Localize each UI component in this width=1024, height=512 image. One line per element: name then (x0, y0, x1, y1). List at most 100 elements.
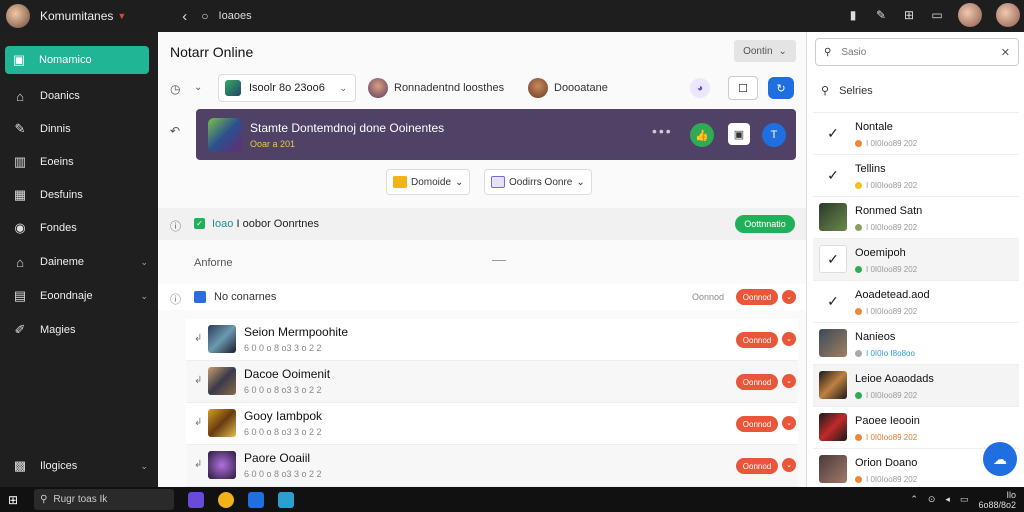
pen-icon: ✐ (14, 322, 26, 337)
taskbar-search[interactable]: ⚲ Rugr toas Ik (34, 489, 175, 510)
list-item[interactable]: Ronmed Satn I 0I0Ioo89 202 (813, 196, 1019, 238)
sidebar-item-nomamico[interactable]: ▣ Nomamico (5, 46, 149, 74)
app-name[interactable]: Komumitanes (40, 9, 113, 23)
battery-icon[interactable]: ▭ (960, 494, 969, 505)
section-header[interactable]: ⚲ Selries (821, 84, 873, 98)
sidebar-item-dinnis[interactable]: ✎ Dinnis (0, 115, 158, 143)
channel-select[interactable]: Isoolr 8o 23oo6 ⌄ (218, 74, 356, 102)
store-icon[interactable] (278, 491, 295, 508)
chat-fab-button[interactable]: ☁ (983, 442, 1017, 476)
app-icon[interactable] (248, 491, 265, 508)
featured-banner[interactable]: Stamte Dontemdnoj done Ooinentes Ooar a … (196, 109, 796, 160)
top-action-button[interactable]: Oontin ⌄ (734, 40, 796, 62)
status-pill[interactable]: Oonnod (736, 289, 778, 305)
status-pill[interactable]: Oonnod (736, 332, 778, 348)
chevron-down-icon[interactable]: ⌄ (782, 332, 796, 346)
clock-icon[interactable]: ◷ (170, 82, 180, 96)
app-icon[interactable] (188, 491, 205, 508)
reply-icon[interactable]: ↶ (170, 124, 180, 138)
list-item[interactable]: ✓ Tellins I 0I0Ioo89 202 (813, 154, 1019, 196)
network-icon[interactable]: ⊙ (928, 494, 936, 505)
close-icon[interactable]: ✕ (1001, 46, 1010, 59)
group-header[interactable]: ⓘ ✓ Ioao I oobor Oonrtnes Oottnnatio (158, 208, 806, 240)
row-subtitle: 6 0 0 o 8 o3 3 o 2 2 (244, 343, 322, 353)
search-icon[interactable]: ○ (201, 9, 208, 23)
refresh-icon[interactable]: ↻ (768, 77, 794, 99)
chevron-down-icon[interactable]: ⌄ (194, 82, 202, 93)
status-pill[interactable]: Oonnod (736, 416, 778, 432)
check-mark-icon: ✓ (827, 124, 839, 141)
list-item[interactable]: ✓ Ooemipoh I 0I0Ioo89 202 (813, 238, 1019, 280)
list-header[interactable]: ⓘ No conarnes Oonnod Oonnod ⌄ (158, 284, 806, 310)
info-icon[interactable]: ⓘ (170, 291, 181, 307)
participant-1[interactable]: Ronnadentnd loosthes (368, 78, 504, 98)
filter-dropdown[interactable]: Oodirrs Oonre ⌄ (484, 169, 592, 195)
table-row[interactable]: ↲ Paore Ooaiil 6 0 0 o 8 o3 3 o 2 2 Oonn… (186, 445, 798, 487)
thumbs-up-icon[interactable]: 👍 (690, 123, 714, 147)
checkbox[interactable]: ✓ (194, 218, 205, 229)
back-icon[interactable]: ‹ (182, 8, 187, 25)
top-search-text[interactable]: Ioaoes (219, 10, 252, 22)
sidebar-item-eoondnaje[interactable]: ▤ Eoondnaje ⌄ (0, 282, 158, 310)
sidebar-item-ilogices[interactable]: ▩ Ilogices ⌄ (0, 452, 158, 480)
chevron-down-icon[interactable]: ⌄ (782, 458, 796, 472)
chevron-down-icon[interactable]: ⌄ (782, 374, 796, 388)
item-meta: I 0I0Ioo89 202 (855, 265, 917, 274)
item-name: Nontale (855, 121, 893, 133)
pin-icon[interactable]: ↲ (194, 459, 202, 470)
checkbox[interactable] (194, 291, 206, 303)
table-row[interactable]: ↲ Dacoe Ooimenit 6 0 0 o 8 o3 3 o 2 2 Oo… (186, 361, 798, 403)
more-icon[interactable]: ••• (652, 123, 673, 139)
volume-icon[interactable]: ◂ (945, 494, 950, 505)
bookmark-icon[interactable]: ▮ (846, 8, 860, 22)
chevron-down-icon: ⌄ (778, 45, 787, 57)
pin-icon[interactable]: ↲ (194, 333, 202, 344)
chevron-up-icon[interactable]: ⌃ (910, 494, 918, 505)
sidebar-item-doanics[interactable]: ⌂ Doanics (0, 82, 158, 110)
grid-icon[interactable]: ⊞ (902, 8, 916, 22)
text-icon[interactable]: T (762, 123, 786, 147)
home-icon: ⌂ (16, 88, 24, 104)
list-item[interactable]: ✓ Aoadetead.aod I 0I0Ioo89 202 (813, 280, 1019, 322)
list-item[interactable]: Leioe Aoaodads I 0I0Ioo89 202 (813, 364, 1019, 406)
item-meta: I 0I0Ioo89 202 (855, 181, 917, 190)
chevron-down-icon[interactable]: ⌄ (782, 290, 796, 304)
window-icon[interactable]: ▭ (930, 8, 944, 22)
sort-dropdown[interactable]: Domoide ⌄ (386, 169, 471, 195)
pin-icon[interactable]: ↲ (194, 417, 202, 428)
user-avatar[interactable] (6, 4, 30, 28)
sidebar-item-eoeins[interactable]: ▥ Eoeins (0, 148, 158, 176)
list-item[interactable]: Nanieos I 0I0Io I8o8oo (813, 322, 1019, 364)
chevron-down-icon[interactable]: ⌄ (782, 416, 796, 430)
status-pill[interactable]: Oonnod (736, 458, 778, 474)
window-icon[interactable]: ▣ (728, 123, 750, 145)
taskbar-apps (188, 491, 295, 508)
browser-icon[interactable] (218, 491, 235, 508)
sidebar-item-daineme[interactable]: ⌂ Daineme ⌄ (0, 248, 158, 276)
chevron-down-icon[interactable]: ▼ (117, 11, 126, 21)
pin-icon[interactable]: ✎ (874, 8, 888, 22)
table-row[interactable]: ↲ Gooy Iambpok 6 0 0 o 8 o3 3 o 2 2 Oonn… (186, 403, 798, 445)
sidebar-item-desfuins[interactable]: ▦ Desfuins (0, 181, 158, 209)
info-icon[interactable]: ⓘ (170, 218, 181, 234)
list-item[interactable]: Paoee Ieooin I 0I0Ioo89 202 (813, 406, 1019, 448)
status-pill[interactable]: Oonnod (736, 374, 778, 390)
list-item[interactable]: ✓ Nontale I 0I0Ioo89 202 (813, 112, 1019, 154)
item-name: Paoee Ieooin (855, 415, 920, 427)
search-input[interactable]: ⚲ Sasio ✕ (815, 38, 1019, 66)
item-meta: I 0I0Ioo89 202 (855, 307, 917, 316)
sidebar-item-fondes[interactable]: ◉ Fondes (0, 214, 158, 242)
participant-2[interactable]: Doooatane (528, 78, 608, 98)
profile-avatar[interactable] (958, 3, 982, 27)
table-row[interactable]: ↲ Seion Mermpoohite 6 0 0 o 8 o3 3 o 2 2… (186, 319, 798, 361)
section-title: Selries (839, 84, 873, 97)
checkbox-button[interactable]: ☐ (728, 76, 758, 100)
windows-start-icon[interactable]: ⊞ (8, 493, 18, 507)
notification-icon[interactable]: ◕ (690, 78, 710, 98)
pin-icon[interactable]: ↲ (194, 375, 202, 386)
status-badge[interactable]: Oottnnatio (735, 215, 795, 233)
clock[interactable]: Ilo 6o88/8o2 (978, 490, 1016, 510)
item-name: Nanieos (855, 331, 896, 343)
profile-avatar-secondary[interactable] (996, 3, 1020, 27)
sidebar-item-magies[interactable]: ✐ Magies (0, 316, 158, 344)
